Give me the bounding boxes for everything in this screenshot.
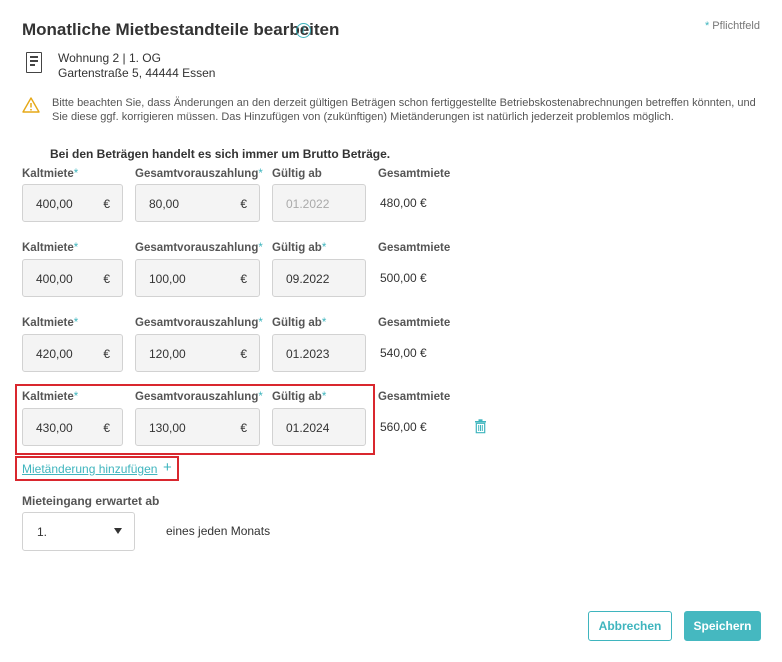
property-unit: Wohnung 2 | 1. OG — [58, 51, 161, 65]
label-kaltmiete: Kaltmiete* — [22, 168, 79, 180]
label-gueltig-ab: Gültig ab* — [272, 391, 327, 403]
gueltig-ab-input[interactable]: 01.2023 — [272, 334, 366, 372]
save-button[interactable]: Speichern — [684, 611, 761, 641]
label-gueltig-ab: Gültig ab* — [272, 317, 327, 329]
label-gesamtmiete: Gesamtmiete — [378, 242, 451, 254]
label-kaltmiete: Kaltmiete* — [22, 317, 79, 329]
vorauszahlung-input[interactable]: 120,00 € — [135, 334, 260, 372]
gesamtmiete-value: 480,00 € — [380, 196, 427, 210]
label-gesamtmiete: Gesamtmiete — [378, 391, 451, 403]
payment-label: Mieteingang erwartet ab — [22, 494, 160, 508]
gesamtmiete-value: 540,00 € — [380, 346, 427, 360]
document-icon — [26, 52, 42, 73]
plus-icon[interactable]: + — [163, 459, 172, 476]
label-gesamtvorauszahlung: Gesamtvorauszahlung* — [135, 317, 263, 329]
kaltmiete-input[interactable]: 430,00 € — [22, 408, 123, 446]
gueltig-ab-input: 01.2022 — [272, 184, 366, 222]
label-gesamtvorauszahlung: Gesamtvorauszahlung* — [135, 391, 263, 403]
kaltmiete-input[interactable]: 400,00 € — [22, 259, 123, 297]
label-gueltig-ab: Gültig ab* — [272, 242, 327, 254]
warning-icon — [22, 97, 40, 113]
gueltig-ab-input[interactable]: 09.2022 — [272, 259, 366, 297]
cancel-button[interactable]: Abbrechen — [588, 611, 672, 641]
label-gesamtvorauszahlung: Gesamtvorauszahlung* — [135, 168, 263, 180]
kaltmiete-input[interactable]: 420,00 € — [22, 334, 123, 372]
warning-text: Bitte beachten Sie, dass Änderungen an d… — [52, 97, 756, 123]
info-icon[interactable]: i — [296, 23, 311, 38]
required-field-label: Pflichtfeld — [712, 20, 760, 32]
label-kaltmiete: Kaltmiete* — [22, 242, 79, 254]
gesamtmiete-value: 500,00 € — [380, 271, 427, 285]
gueltig-ab-input[interactable]: 01.2024 — [272, 408, 366, 446]
required-field-note: * Pflichtfeld — [705, 20, 760, 32]
payment-suffix: eines jeden Monats — [166, 524, 271, 538]
chevron-down-icon — [114, 528, 122, 534]
label-gesamtmiete: Gesamtmiete — [378, 317, 451, 329]
property-address: Gartenstraße 5, 44444 Essen — [58, 66, 216, 80]
gesamtmiete-value: 560,00 € — [380, 420, 427, 434]
trash-icon[interactable] — [474, 419, 487, 434]
kaltmiete-input[interactable]: 400,00 € — [22, 184, 123, 222]
brutto-note: Bei den Beträgen handelt es sich immer u… — [50, 147, 391, 161]
label-kaltmiete: Kaltmiete* — [22, 391, 79, 403]
vorauszahlung-input[interactable]: 80,00 € — [135, 184, 260, 222]
label-gesamtvorauszahlung: Gesamtvorauszahlung* — [135, 242, 263, 254]
vorauszahlung-input[interactable]: 130,00 € — [135, 408, 260, 446]
label-gesamtmiete: Gesamtmiete — [378, 168, 451, 180]
vorauszahlung-input[interactable]: 100,00 € — [135, 259, 260, 297]
add-rent-change-link[interactable]: Mietänderung hinzufügen — [22, 462, 157, 476]
required-star: * — [704, 20, 710, 32]
payment-day-select[interactable]: 1. — [22, 512, 135, 551]
page-title: Monatliche Mietbestandteile bearbeiten — [22, 20, 340, 39]
label-gueltig-ab: Gültig ab — [272, 168, 322, 180]
